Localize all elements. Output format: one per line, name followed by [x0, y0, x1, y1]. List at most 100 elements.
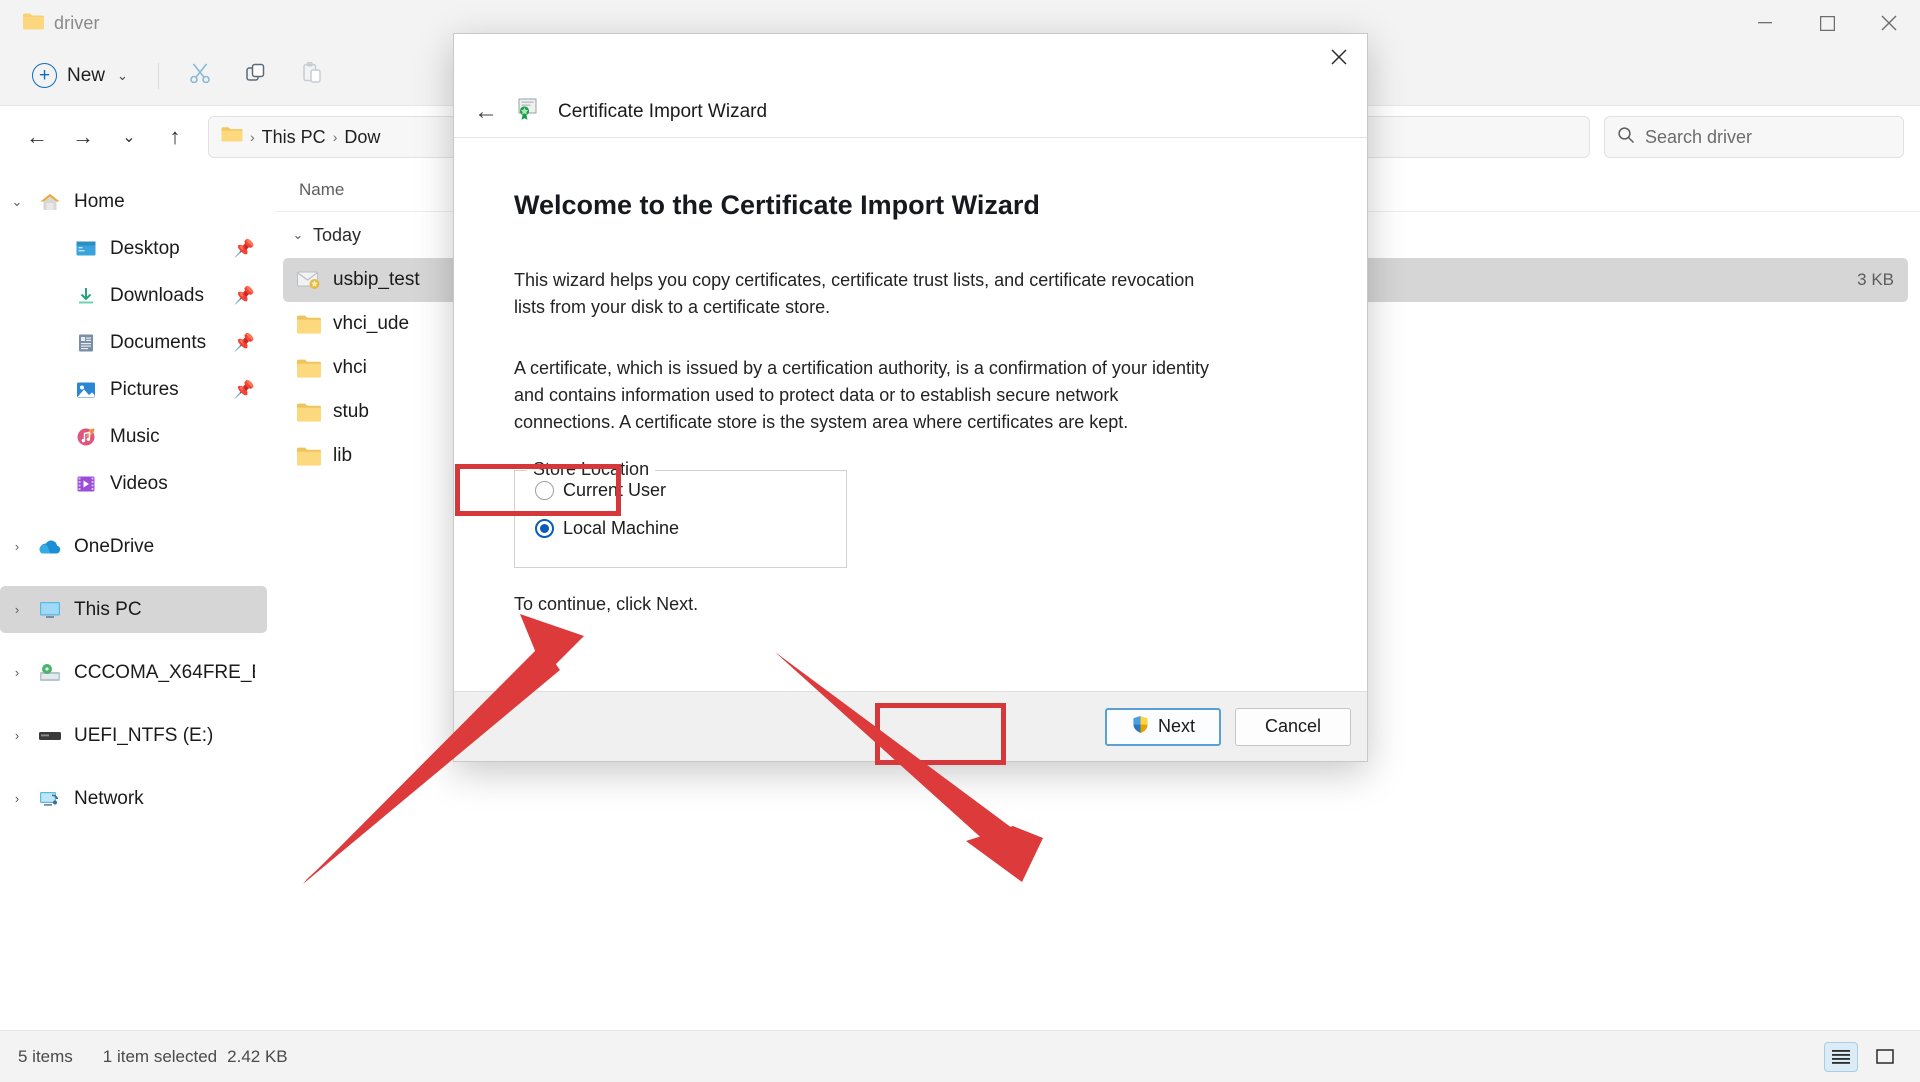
- pin-icon[interactable]: 📌: [234, 380, 255, 400]
- sidebar-item-onedrive[interactable]: › OneDrive: [0, 523, 267, 570]
- sidebar-item-pictures[interactable]: Pictures 📌: [0, 366, 267, 413]
- chevron-icon[interactable]: ›: [0, 791, 34, 806]
- pin-icon[interactable]: 📌: [234, 286, 255, 306]
- certificate-wizard-icon: [516, 97, 542, 126]
- pictures-icon: [70, 380, 102, 400]
- videos-icon: [70, 474, 102, 494]
- status-bar: 5 items 1 item selected 2.42 KB: [0, 1030, 1920, 1082]
- breadcrumb-item-this-pc[interactable]: This PC: [262, 127, 326, 148]
- sidebar-item-label: CCCOMA_X64FRE_E: [74, 661, 255, 683]
- pin-icon[interactable]: 📌: [234, 239, 255, 259]
- dialog-paragraph-2: A certificate, which is issued by a cert…: [514, 358, 1209, 432]
- sidebar-item-downloads[interactable]: Downloads 📌: [0, 272, 267, 319]
- file-name: stub: [333, 401, 369, 422]
- folder-icon: [291, 402, 327, 423]
- sidebar-item-label: Network: [74, 787, 144, 809]
- dialog-back-button[interactable]: ←: [472, 98, 500, 126]
- dialog-paragraph-1: This wizard helps you copy certificates,…: [514, 270, 1195, 317]
- breadcrumb-separator: ›: [250, 129, 255, 145]
- up-button[interactable]: ↑: [154, 116, 196, 158]
- file-size: 3 KB: [1857, 270, 1894, 289]
- folder-icon: [291, 358, 327, 379]
- back-button[interactable]: ←: [16, 116, 58, 158]
- chevron-down-icon: ⌄: [292, 227, 304, 242]
- network-icon: [34, 789, 66, 809]
- recent-locations-button[interactable]: ⌄: [108, 116, 150, 158]
- search-input[interactable]: Search driver: [1604, 116, 1904, 158]
- sidebar-item-network[interactable]: › Network: [0, 775, 267, 822]
- next-button-label: Next: [1157, 716, 1195, 736]
- store-location-group: Store Location Current User Local Machin…: [514, 459, 847, 568]
- group-header-label: Today: [313, 224, 362, 245]
- file-name: lib: [333, 445, 353, 466]
- sidebar-item-videos[interactable]: Videos: [0, 460, 267, 507]
- minimize-button[interactable]: [1734, 0, 1796, 46]
- sidebar-item-label: Pictures: [110, 378, 179, 400]
- paste-button[interactable]: [287, 55, 337, 97]
- sidebar-item-label: Home: [74, 190, 125, 212]
- sidebar-item-label: Downloads: [110, 284, 204, 306]
- folder-icon: [22, 12, 44, 35]
- sidebar-item-this-pc[interactable]: › This PC: [0, 586, 267, 633]
- drive-icon: [34, 728, 66, 744]
- radio-icon-current-user[interactable]: [535, 480, 554, 500]
- home-icon: [34, 192, 66, 212]
- large-icons-view-button[interactable]: [1868, 1042, 1902, 1072]
- sidebar-item-home[interactable]: ⌄ Home: [0, 178, 267, 225]
- sidebar-item-label: UEFI_NTFS (E:): [74, 724, 214, 746]
- cancel-button[interactable]: Cancel: [1235, 707, 1351, 746]
- chevron-down-icon: ⌄: [117, 67, 128, 83]
- breadcrumb-item-downloads[interactable]: Dow: [344, 127, 380, 148]
- plus-icon: +: [32, 63, 57, 88]
- dvd-icon: [34, 663, 66, 683]
- dialog-title: Certificate Import Wizard: [558, 100, 768, 122]
- new-button[interactable]: + New ⌄: [18, 55, 142, 97]
- onedrive-icon: [34, 538, 66, 556]
- radio-icon-local-machine[interactable]: [535, 518, 554, 538]
- chevron-icon[interactable]: ⌄: [0, 194, 34, 210]
- new-button-label: New: [67, 64, 106, 86]
- cut-icon: [188, 61, 212, 90]
- explorer-tab[interactable]: driver: [14, 8, 114, 39]
- chevron-icon[interactable]: ›: [0, 665, 34, 680]
- thispc-icon: [34, 600, 66, 620]
- item-count: 5 items: [18, 1046, 73, 1066]
- dialog-close-button[interactable]: [1311, 34, 1367, 80]
- details-view-button[interactable]: [1824, 1041, 1858, 1072]
- selection-size: 2.42 KB: [227, 1046, 288, 1066]
- sidebar-item-documents[interactable]: Documents 📌: [0, 319, 267, 366]
- chevron-icon[interactable]: ›: [0, 539, 34, 554]
- radio-label-current-user: Current User: [563, 479, 667, 500]
- sidebar-item-cccoma-x64fre-e[interactable]: › CCCOMA_X64FRE_E: [0, 649, 267, 696]
- pin-icon[interactable]: 📌: [234, 333, 255, 353]
- maximize-button[interactable]: [1796, 0, 1858, 46]
- folder-icon: [291, 314, 327, 335]
- sidebar-item-label: Desktop: [110, 237, 180, 259]
- desktop-icon: [70, 239, 102, 259]
- view-toggles: [1824, 1041, 1902, 1072]
- sidebar-item-music[interactable]: Music: [0, 413, 267, 460]
- window-controls: [1734, 0, 1920, 46]
- close-button[interactable]: [1858, 0, 1920, 46]
- next-button[interactable]: Next: [1105, 707, 1221, 746]
- forward-button[interactable]: →: [62, 116, 104, 158]
- copy-icon: [244, 61, 268, 90]
- tab-title: driver: [54, 12, 100, 33]
- toolbar-divider: [157, 62, 159, 89]
- music-icon: [70, 427, 102, 447]
- store-location-legend: Store Location: [527, 459, 656, 480]
- file-name: vhci: [333, 357, 367, 378]
- copy-button[interactable]: [231, 55, 281, 97]
- sidebar-item-desktop[interactable]: Desktop 📌: [0, 225, 267, 272]
- chevron-icon[interactable]: ›: [0, 602, 34, 617]
- paste-icon: [300, 61, 324, 90]
- dialog-heading: Welcome to the Certificate Import Wizard: [514, 190, 1040, 220]
- sidebar-item-uefi-ntfs-e[interactable]: › UEFI_NTFS (E:): [0, 712, 267, 759]
- dialog-footer: Next Cancel: [454, 691, 1367, 761]
- selection-count: 1 item selected: [102, 1046, 218, 1066]
- folder-icon: [221, 126, 243, 148]
- cut-button[interactable]: [175, 55, 225, 97]
- chevron-icon[interactable]: ›: [0, 728, 34, 743]
- dialog-content: Welcome to the Certificate Import Wizard…: [454, 138, 1367, 691]
- radio-local-machine[interactable]: Local Machine: [515, 509, 846, 547]
